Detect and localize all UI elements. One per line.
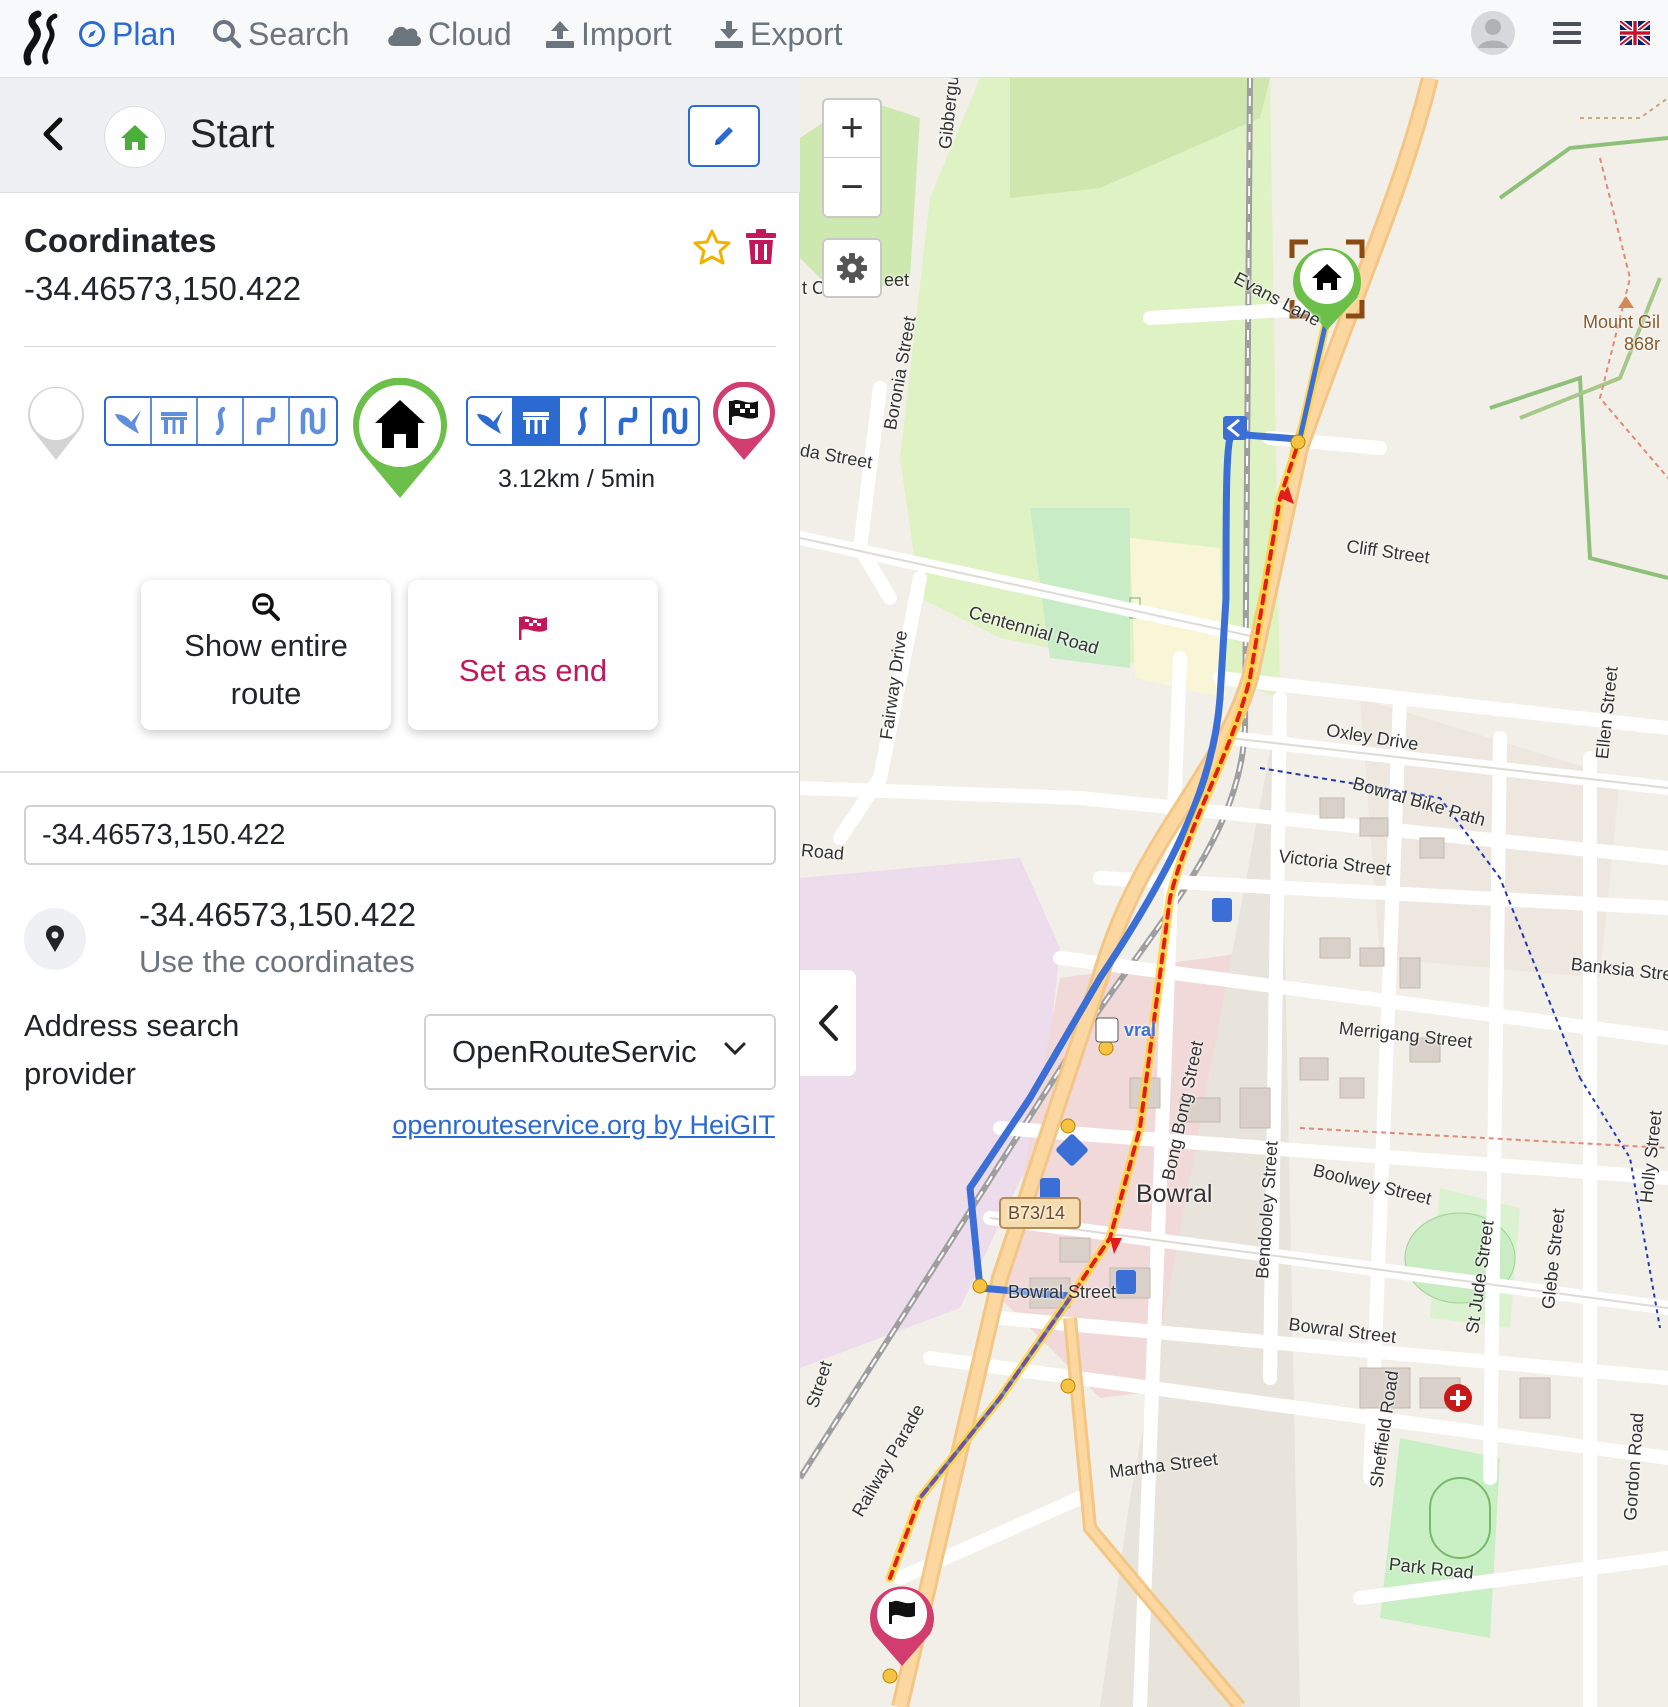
- waypoint-sidebar: Start Coordinates -34.46573,150.422 3.12…: [0, 78, 800, 1707]
- zoom-control: + −: [822, 98, 882, 218]
- zoom-in-button[interactable]: +: [824, 100, 880, 158]
- nav-cloud[interactable]: Cloud: [386, 12, 512, 56]
- profile-curvy-high[interactable]: [652, 398, 698, 444]
- result-pin-badge: [24, 908, 86, 970]
- download-icon: [715, 21, 743, 48]
- show-entire-route-button[interactable]: Show entire route: [141, 580, 391, 730]
- map-view[interactable]: Gibbergunya Walk Evans Lane Mount Gil 86…: [800, 78, 1668, 1707]
- nav-import[interactable]: Import: [545, 12, 672, 56]
- curve-high-icon: [662, 407, 688, 435]
- divider: [0, 771, 800, 773]
- highway-icon: [161, 412, 187, 434]
- chevron-down-icon: [724, 1042, 746, 1056]
- map-label: 868r: [1624, 334, 1661, 354]
- nav-search-label: Search: [248, 15, 350, 52]
- user-avatar-icon: [1471, 11, 1515, 55]
- nav-search[interactable]: Search: [212, 12, 349, 56]
- page-title: Start: [190, 112, 275, 156]
- profile-curvy-mid[interactable]: [606, 398, 652, 444]
- menu-button[interactable]: [1553, 8, 1581, 58]
- curve-high-icon: [300, 407, 326, 435]
- curve-mid-icon: [256, 406, 276, 436]
- nav-plan[interactable]: Plan: [78, 12, 176, 56]
- divider: [24, 346, 776, 347]
- swift-bird-icon: [115, 410, 141, 434]
- curve-mid-icon: [618, 406, 638, 436]
- map-label: Bowral: [1136, 1180, 1213, 1208]
- profile-curvy-low[interactable]: [198, 398, 244, 444]
- coordinate-search-input[interactable]: [24, 805, 776, 865]
- nav-import-label: Import: [581, 15, 672, 52]
- show-route-line2: route: [230, 676, 302, 711]
- set-as-end-label: Set as end: [458, 653, 608, 688]
- map-label: vral: [1124, 1020, 1157, 1040]
- provider-attribution-link[interactable]: openrouteservice.org by HeiGIT: [392, 1110, 775, 1141]
- chevron-left-icon: [819, 1005, 838, 1041]
- profile-curvy-high[interactable]: [290, 398, 336, 444]
- route-distance-time: 3.12km / 5min: [498, 465, 656, 493]
- waypoint-type-badge: [104, 106, 166, 168]
- map-label: Mount Gil: [1583, 312, 1661, 332]
- map-settings-button[interactable]: [822, 238, 882, 298]
- map-tiles[interactable]: [800, 78, 1668, 1707]
- language-button[interactable]: [1620, 8, 1650, 58]
- nav-cloud-label: Cloud: [428, 15, 512, 52]
- map-label: eet: [884, 270, 910, 290]
- profile-selector-before: [104, 396, 338, 446]
- favorite-star-icon[interactable]: [692, 228, 732, 266]
- start-waypoint-marker-icon[interactable]: [350, 378, 450, 500]
- gear-icon: [837, 253, 867, 283]
- collapse-sidebar-button[interactable]: [800, 970, 856, 1076]
- search-result-title[interactable]: -34.46573,150.422: [139, 896, 416, 934]
- coordinates-value: -34.46573,150.422: [24, 270, 302, 307]
- provider-selected-value: OpenRouteServic: [452, 1034, 697, 1069]
- search-icon: [213, 20, 242, 49]
- profile-selector-after: [466, 396, 700, 446]
- profile-highway-selected[interactable]: [514, 398, 560, 444]
- upload-icon: [546, 21, 574, 48]
- account-button[interactable]: [1470, 8, 1516, 58]
- nav-export[interactable]: Export: [714, 12, 842, 56]
- trash-icon[interactable]: [744, 228, 778, 266]
- highway-icon: [523, 412, 549, 434]
- profile-highway[interactable]: [152, 398, 198, 444]
- hamburger-icon: [1553, 22, 1581, 44]
- home-icon: [121, 125, 149, 150]
- finish-flag-icon: [519, 616, 547, 640]
- app-logo-icon[interactable]: [20, 10, 60, 66]
- pencil-icon: [715, 127, 733, 145]
- profile-fastest[interactable]: [468, 398, 514, 444]
- search-result-subtitle: Use the coordinates: [139, 944, 415, 979]
- map-pin-icon: [46, 925, 64, 952]
- curve-low-icon: [215, 406, 226, 436]
- zoom-out-icon: [252, 593, 280, 621]
- profile-curvy-mid[interactable]: [244, 398, 290, 444]
- set-as-end-button[interactable]: Set as end: [408, 580, 658, 730]
- compass-icon: [79, 21, 105, 47]
- nav-plan-label: Plan: [112, 15, 177, 52]
- map-label: B73/14: [1008, 1203, 1066, 1223]
- sidebar-header: Start: [0, 78, 800, 193]
- provider-select[interactable]: OpenRouteServic: [424, 1014, 776, 1090]
- profile-curvy-low[interactable]: [560, 398, 606, 444]
- previous-waypoint-empty-icon[interactable]: [24, 384, 88, 462]
- back-arrow-icon[interactable]: [36, 114, 72, 154]
- zoom-out-button[interactable]: −: [824, 158, 880, 216]
- end-waypoint-marker-icon[interactable]: [710, 382, 778, 462]
- top-navbar: Plan Search Cloud Import Export: [0, 0, 1668, 78]
- map-label: Road: [800, 840, 845, 864]
- swift-bird-icon: [477, 410, 503, 434]
- show-route-line1: Show entire: [184, 628, 348, 663]
- map-label: Bowral Street: [1008, 1282, 1117, 1302]
- uk-flag-icon: [1620, 21, 1650, 45]
- nav-export-label: Export: [750, 15, 843, 52]
- profile-fastest[interactable]: [106, 398, 152, 444]
- curve-low-icon: [577, 406, 588, 436]
- edit-button[interactable]: [688, 105, 760, 167]
- provider-label: Address search provider: [24, 1008, 240, 1091]
- cloud-icon: [388, 26, 422, 46]
- coordinates-heading: Coordinates: [24, 222, 217, 259]
